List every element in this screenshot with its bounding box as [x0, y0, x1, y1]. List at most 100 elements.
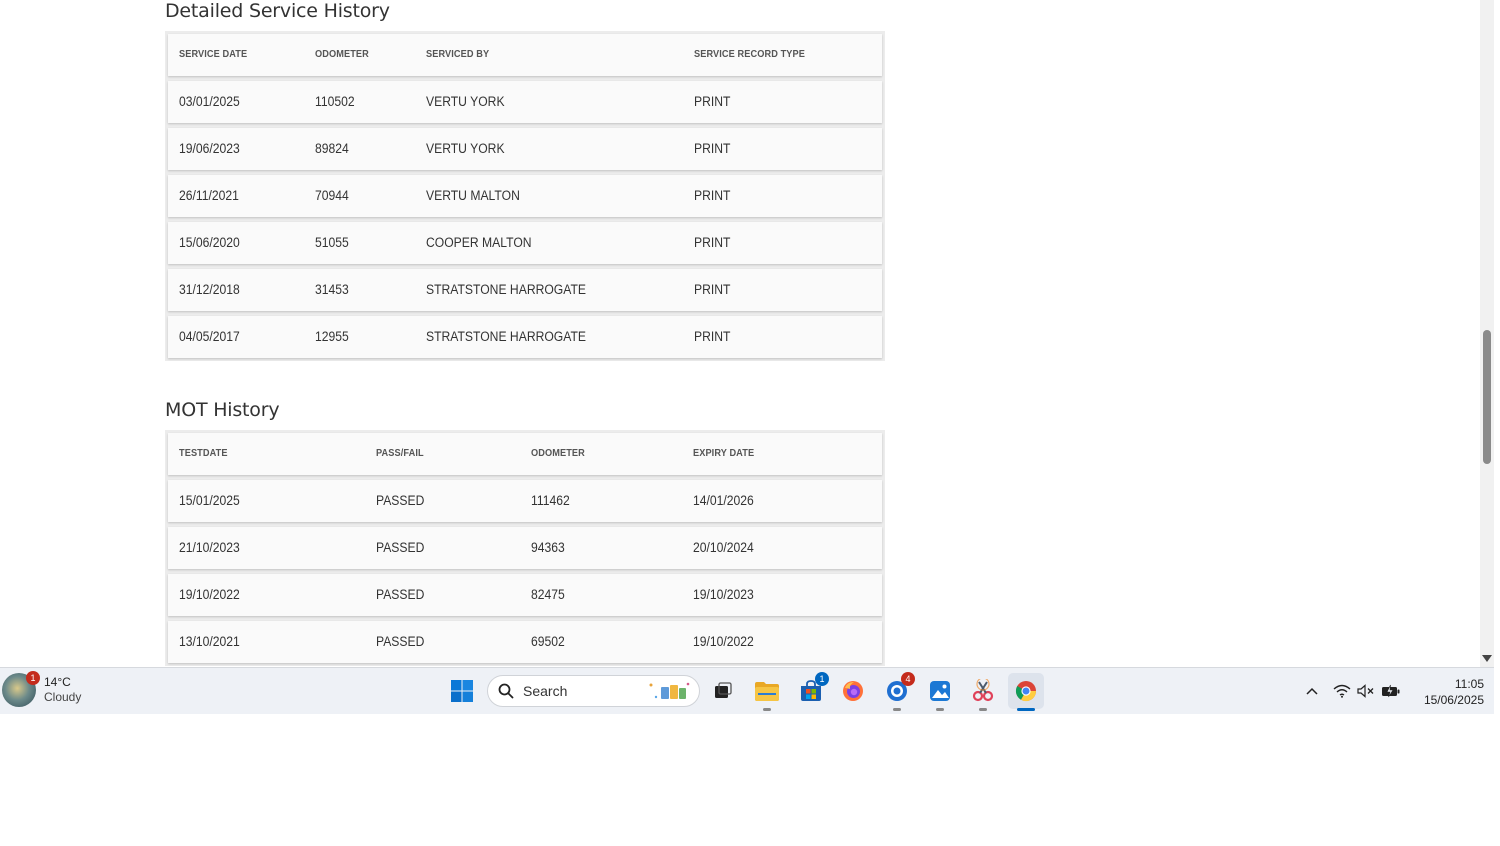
- windows-logo-icon: [451, 680, 473, 702]
- table-header-row: TESTDATE PASS/FAIL ODOMETER EXPIRY DATE: [168, 433, 882, 475]
- network-button[interactable]: [1330, 676, 1354, 706]
- mot-history-title: MOT History: [165, 399, 280, 421]
- record-type-cell: PRINT: [694, 329, 731, 344]
- firefox-button[interactable]: [838, 676, 868, 706]
- serviced-by-cell: VERTU MALTON: [426, 188, 520, 203]
- service-date-cell: 19/06/2023: [179, 141, 240, 156]
- service-date-cell: 04/05/2017: [179, 329, 240, 344]
- expiry-date-cell: 14/01/2026: [693, 493, 754, 508]
- pass-fail-cell: PASSED: [376, 587, 425, 602]
- column-header: ODOMETER: [531, 448, 585, 459]
- folder-icon: [755, 682, 779, 701]
- mail-app-button[interactable]: 4: [882, 672, 915, 711]
- odometer-cell: 82475: [531, 587, 565, 602]
- record-type-cell: PRINT: [694, 282, 731, 297]
- serviced-by-cell: VERTU YORK: [426, 94, 505, 109]
- table-row: 13/10/2021 PASSED 69502 19/10/2022: [168, 621, 882, 663]
- table-header-row: SERVICE DATE ODOMETER SERVICED BY SERVIC…: [168, 34, 882, 76]
- weather-temperature: 14°C: [44, 675, 71, 689]
- volume-muted-icon: [1357, 684, 1374, 698]
- record-type-cell: PRINT: [694, 235, 731, 250]
- chrome-button[interactable]: [1008, 673, 1044, 711]
- photos-icon: [930, 681, 950, 701]
- search-label: Search: [523, 683, 568, 699]
- system-clock[interactable]: 11:05 15/06/2025: [1404, 676, 1484, 708]
- store-notification-badge: 1: [815, 672, 829, 686]
- browser-page: Detailed Service History SERVICE DATE OD…: [0, 0, 1480, 667]
- odometer-cell: 94363: [531, 540, 565, 555]
- serviced-by-cell: VERTU YORK: [426, 141, 505, 156]
- blank-area: [0, 714, 1500, 846]
- snipping-tool-button[interactable]: [968, 676, 998, 711]
- scrollbar-thumb[interactable]: [1483, 330, 1491, 464]
- expiry-date-cell: 20/10/2024: [693, 540, 754, 555]
- column-header: TESTDATE: [179, 448, 228, 459]
- table-row: 19/10/2022 PASSED 82475 19/10/2023: [168, 574, 882, 616]
- table-row: 26/11/2021 70944 VERTU MALTON PRINT: [168, 175, 882, 217]
- serviced-by-cell: STRATSTONE HARROGATE: [426, 282, 587, 297]
- search-icon: [498, 683, 514, 699]
- service-date-cell: 31/12/2018: [179, 282, 240, 297]
- taskbar-search-box[interactable]: Search: [487, 675, 700, 707]
- table-row: 31/12/2018 31453 STRATSTONE HARROGATE PR…: [168, 269, 882, 311]
- vertical-scrollbar[interactable]: [1480, 0, 1494, 667]
- service-date-cell: 15/06/2020: [179, 235, 240, 250]
- pass-fail-cell: PASSED: [376, 493, 425, 508]
- file-explorer-button[interactable]: [752, 676, 782, 711]
- service-history-table: SERVICE DATE ODOMETER SERVICED BY SERVIC…: [165, 31, 885, 361]
- volume-button[interactable]: [1354, 676, 1378, 706]
- task-view-button[interactable]: [708, 676, 738, 706]
- column-header: ODOMETER: [315, 49, 369, 60]
- running-indicator: [979, 708, 987, 711]
- app-notification-badge: 4: [901, 672, 915, 686]
- active-window-indicator: [1017, 708, 1035, 711]
- battery-charging-icon: [1382, 684, 1400, 698]
- table-row: 04/05/2017 12955 STRATSTONE HARROGATE PR…: [168, 316, 882, 358]
- service-history-title: Detailed Service History: [165, 0, 390, 22]
- column-header: SERVICE DATE: [179, 49, 248, 60]
- column-header: PASS/FAIL: [376, 448, 424, 459]
- odometer-cell: 69502: [531, 634, 565, 649]
- scroll-down-arrow-icon[interactable]: [1482, 655, 1492, 662]
- column-header: SERVICED BY: [426, 49, 490, 60]
- battery-button[interactable]: [1378, 676, 1404, 706]
- running-indicator: [936, 708, 944, 711]
- table-row: 19/06/2023 89824 VERTU YORK PRINT: [168, 128, 882, 170]
- service-date-cell: 26/11/2021: [179, 188, 239, 203]
- weather-widget[interactable]: 1 14°C Cloudy: [2, 671, 82, 707]
- weather-condition: Cloudy: [44, 690, 82, 704]
- expiry-date-cell: 19/10/2023: [693, 587, 754, 602]
- test-date-cell: 15/01/2025: [179, 493, 240, 508]
- odometer-cell: 110502: [315, 94, 355, 109]
- column-header: SERVICE RECORD TYPE: [694, 49, 805, 60]
- odometer-cell: 70944: [315, 188, 349, 203]
- pass-fail-cell: PASSED: [376, 540, 425, 555]
- show-hidden-icons-button[interactable]: [1298, 676, 1326, 706]
- start-button[interactable]: [447, 676, 477, 706]
- table-row: 21/10/2023 PASSED 94363 20/10/2024: [168, 527, 882, 569]
- odometer-cell: 89824: [315, 141, 349, 156]
- record-type-cell: PRINT: [694, 94, 731, 109]
- taskbar: 1 14°C Cloudy Search 1 4 11:05 15/06/202…: [0, 667, 1494, 715]
- chevron-up-icon: [1306, 687, 1318, 695]
- clock-time: 11:05: [1454, 677, 1484, 691]
- odometer-cell: 12955: [315, 329, 349, 344]
- table-row: 03/01/2025 110502 VERTU YORK PRINT: [168, 81, 882, 123]
- test-date-cell: 21/10/2023: [179, 540, 240, 555]
- clock-date: 15/06/2025: [1423, 693, 1484, 707]
- running-indicator: [893, 708, 901, 711]
- odometer-cell: 111462: [531, 493, 570, 508]
- chrome-icon: [1015, 681, 1037, 702]
- photos-app-button[interactable]: [925, 676, 955, 711]
- odometer-cell: 51055: [315, 235, 349, 250]
- search-highlight-icon: [649, 682, 690, 699]
- table-row: 15/01/2025 PASSED 111462 14/01/2026: [168, 480, 882, 522]
- wifi-icon: [1333, 684, 1351, 698]
- column-header: EXPIRY DATE: [693, 448, 755, 459]
- expiry-date-cell: 19/10/2022: [693, 634, 754, 649]
- service-date-cell: 03/01/2025: [179, 94, 240, 109]
- microsoft-store-button[interactable]: 1: [796, 672, 829, 706]
- weather-icon: 1: [2, 671, 40, 707]
- odometer-cell: 31453: [315, 282, 349, 297]
- record-type-cell: PRINT: [694, 141, 731, 156]
